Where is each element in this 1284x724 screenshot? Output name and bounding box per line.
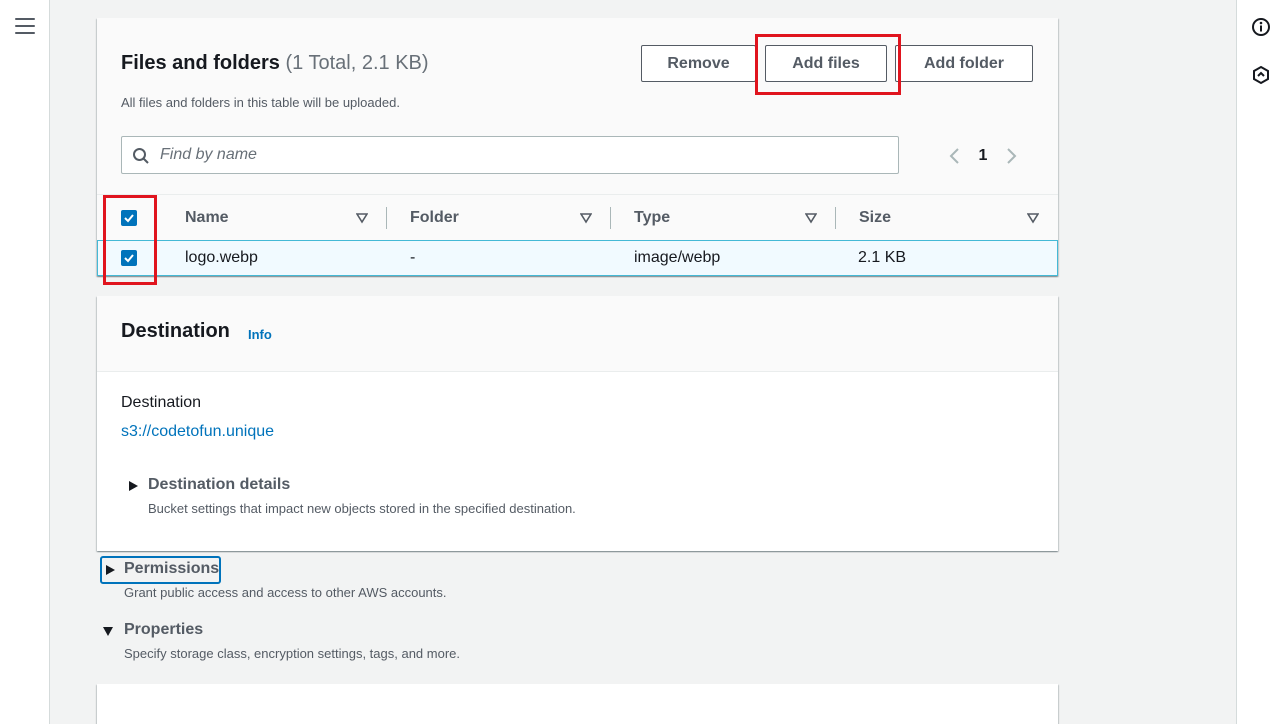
caret-down-icon[interactable] — [102, 625, 114, 637]
permissions-description: Grant public access and access to other … — [124, 585, 447, 600]
column-header-type[interactable]: Type — [634, 195, 670, 241]
caret-down-outline-icon[interactable] — [356, 212, 368, 224]
hexagon-icon[interactable] — [1251, 65, 1271, 85]
chevron-right-icon[interactable] — [1000, 144, 1024, 168]
info-link[interactable]: Info — [248, 327, 272, 342]
search-box — [121, 136, 899, 174]
remove-button[interactable]: Remove — [641, 45, 756, 82]
files-panel-count: (1 Total, 2.1 KB) — [285, 52, 429, 74]
column-header-name[interactable]: Name — [185, 195, 229, 241]
cell-type: image/webp — [634, 249, 721, 266]
cell-size: 2.1 KB — [858, 249, 907, 266]
pagination: 1 — [942, 144, 1024, 168]
files-panel-title-text: Files and folders — [121, 52, 280, 74]
properties-toggle[interactable]: Properties — [124, 621, 203, 639]
files-panel-title: Files and folders (1 Total, 2.1 KB) — [121, 52, 429, 75]
left-nav-rail — [0, 0, 50, 724]
cell-name: logo.webp — [185, 249, 258, 266]
caret-down-outline-icon[interactable] — [805, 212, 817, 224]
chevron-left-icon[interactable] — [942, 144, 966, 168]
add-files-highlight — [755, 34, 901, 95]
checkbox-highlight — [103, 195, 157, 285]
page-number[interactable]: 1 — [966, 147, 1000, 165]
caret-right-icon[interactable] — [104, 564, 116, 576]
column-header-size[interactable]: Size — [859, 195, 891, 241]
caret-down-outline-icon[interactable] — [580, 212, 592, 224]
storage-class-panel — [97, 684, 1058, 724]
caret-down-outline-icon[interactable] — [1027, 212, 1039, 224]
column-divider[interactable] — [835, 207, 836, 229]
search-icon — [133, 148, 149, 164]
table-header: Name Folder Type Size — [97, 194, 1058, 240]
caret-right-icon[interactable] — [127, 480, 139, 492]
search-input[interactable] — [160, 137, 890, 173]
column-header-folder[interactable]: Folder — [410, 195, 459, 241]
properties-description: Specify storage class, encryption settin… — [124, 646, 461, 661]
column-divider[interactable] — [386, 207, 387, 229]
table-row[interactable]: logo.webp - image/webp 2.1 KB — [97, 240, 1058, 276]
cell-folder: - — [410, 249, 416, 266]
info-circle-icon[interactable] — [1251, 17, 1271, 37]
permissions-toggle[interactable]: Permissions — [124, 560, 219, 578]
column-divider[interactable] — [610, 207, 611, 229]
destination-header: Destination Info — [97, 296, 1058, 372]
right-tools-rail — [1236, 0, 1284, 724]
destination-details-toggle[interactable]: Destination details — [148, 476, 290, 494]
hamburger-menu-icon[interactable] — [15, 18, 35, 34]
files-panel-description: All files and folders in this table will… — [121, 95, 400, 110]
main-content: Files and folders (1 Total, 2.1 KB) All … — [50, 0, 1236, 724]
destination-title: Destination — [121, 320, 230, 342]
add-folder-button[interactable]: Add folder — [895, 45, 1033, 82]
files-and-folders-panel: Files and folders (1 Total, 2.1 KB) All … — [97, 18, 1058, 285]
destination-link[interactable]: s3://codetofun.unique — [121, 423, 274, 441]
destination-panel: Destination Info Destination s3://codeto… — [97, 296, 1058, 551]
destination-label: Destination — [121, 394, 202, 411]
destination-details-description: Bucket settings that impact new objects … — [148, 501, 576, 516]
